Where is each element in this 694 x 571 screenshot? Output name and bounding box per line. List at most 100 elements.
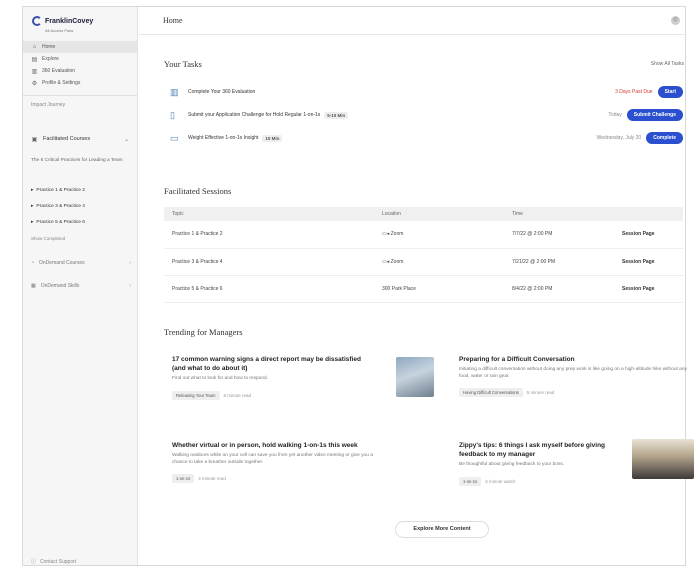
time-cell: 7/7/22 @ 2:00 PM	[504, 221, 614, 249]
session-page-link[interactable]: Session Page	[614, 248, 683, 276]
article-desc: Be thoughtful about giving feedback to y…	[459, 462, 565, 467]
session-page-link[interactable]: Session Page	[614, 275, 683, 303]
article-card[interactable]: Preparing for a Difficult Conversation I…	[459, 355, 694, 397]
location-cell: ▭◂ Zoom	[374, 248, 504, 276]
chart-icon: ▥	[31, 68, 38, 75]
column-header: Location	[374, 207, 504, 221]
sidebar-item-label: Explore	[42, 56, 59, 62]
column-header: Topic	[164, 207, 374, 221]
article-card[interactable]: Zippy's tips: 6 things I ask myself befo…	[459, 441, 619, 486]
article-thumbnail[interactable]	[396, 357, 434, 397]
task-text[interactable]: Submit your Application Challenge for Ho…	[188, 112, 320, 118]
article-desc: Walking outdoors while on your cell can …	[172, 453, 373, 465]
sidebar-item-explore[interactable]: ▤ Explore	[23, 53, 137, 65]
task-status: Today	[608, 112, 622, 118]
courses-label: Facilitated Courses	[43, 136, 91, 142]
sidebar: FranklinCovey All Access Pass ⌂ Home ▤ E…	[23, 7, 138, 565]
camera-icon: ▭◂	[382, 231, 391, 238]
sidebar-item-label: Profile & Settings	[42, 80, 81, 86]
article-meta: 1-on-1s 4 minute read	[172, 474, 382, 483]
article-meta: 1-on-1s 6 minute watch	[459, 476, 619, 486]
caret-right-icon: ▸	[31, 188, 34, 193]
topic-cell: Practice 5 & Practice 6	[164, 275, 374, 303]
sidebar-item-label: 360 Evaluation	[42, 68, 76, 74]
ondemand-skills-link[interactable]: ▦ OnDemand Skills ›	[31, 283, 131, 289]
article-card[interactable]: 17 common warning signs a direct report …	[172, 355, 362, 400]
show-all-tasks-link[interactable]: Show All Tasks	[651, 61, 684, 67]
duration-badge: 5-10 Min	[324, 111, 349, 119]
read-time: 8 minute read	[223, 392, 252, 398]
article-meta: Releasing Your Team 8 minute read	[172, 390, 362, 400]
facilitated-courses-toggle[interactable]: ▣ Facilitated Courses ⌄	[23, 131, 137, 147]
app-window: FranklinCovey All Access Pass ⌂ Home ▤ E…	[22, 6, 694, 566]
article-title: Whether virtual or in person, hold walki…	[172, 442, 358, 449]
topic-chip[interactable]: 1-on-1s	[172, 474, 195, 483]
column-header: Time	[504, 207, 614, 221]
impact-journey-label: Impact Journey	[31, 102, 66, 108]
article-title: 17 common warning signs a direct report …	[172, 356, 361, 372]
video-thumbnail[interactable]	[632, 439, 694, 479]
explore-more-button[interactable]: Explore More Content	[395, 521, 489, 538]
column-header	[614, 207, 683, 221]
practice-link[interactable]: ▸ Practice 3 & Practice 4	[31, 204, 85, 209]
chevron-down-icon: ⌄	[123, 136, 129, 143]
submit-challenge-button[interactable]: Submit Challenge	[626, 109, 683, 121]
chart-icon: ▥	[170, 87, 179, 97]
camera-icon: ▭◂	[382, 258, 391, 265]
topic-cell: Practice 1 & Practice 2	[164, 221, 374, 249]
show-completed-link[interactable]: Show Completed	[31, 236, 65, 241]
task-text[interactable]: Complete Your 360 Evaluation	[188, 89, 255, 95]
start-button[interactable]: Start	[657, 86, 683, 98]
complete-button[interactable]: Complete	[646, 132, 683, 144]
location-label: Zoom	[390, 258, 404, 265]
topic-chip[interactable]: Having Difficult Conversations	[459, 388, 523, 397]
article-title: Zippy's tips: 6 things I ask myself befo…	[459, 442, 606, 458]
ondemand-icon: ◔	[31, 260, 35, 266]
sessions-title: Facilitated Sessions	[164, 186, 232, 196]
ondemand-courses-link[interactable]: ◔ OnDemand Courses ›	[31, 260, 131, 266]
task-row: ▯ Submit your Application Challenge for …	[164, 106, 683, 124]
contact-support-link[interactable]: ⓘ Contact Support	[31, 558, 76, 566]
table-row: Practice 3 & Practice 4 ▭◂ Zoom 7/21/22 …	[164, 248, 683, 276]
sidebar-nav: ⌂ Home ▤ Explore ▥ 360 Evaluation ⚙ Prof…	[23, 41, 137, 108]
chevron-right-icon: ›	[129, 260, 131, 266]
top-bar: Home ☺	[139, 7, 686, 35]
video-icon: ▭	[170, 133, 179, 143]
session-page-link[interactable]: Session Page	[614, 221, 683, 249]
sidebar-item-home[interactable]: ⌂ Home	[23, 41, 137, 53]
task-row: ▭ Weight Effective 1-on-1s Insight 10 Mi…	[164, 129, 683, 147]
article-card[interactable]: Whether virtual or in person, hold walki…	[172, 441, 382, 483]
brand-logo-icon	[32, 16, 42, 26]
trending-title: Trending for Managers	[164, 327, 243, 337]
ondemand-skills-label: OnDemand Skills	[40, 283, 80, 289]
brand-name: FranklinCovey	[45, 17, 94, 25]
table-row: Practice 1 & Practice 2 ▭◂ Zoom 7/7/22 @…	[164, 221, 683, 249]
task-text[interactable]: Weight Effective 1-on-1s Insight	[188, 135, 258, 141]
home-icon: ⌂	[32, 44, 37, 50]
avatar[interactable]: ☺	[671, 16, 680, 25]
read-time: 6 minute watch	[485, 478, 516, 484]
location-label: Zoom	[390, 231, 404, 238]
topic-chip[interactable]: Releasing Your Team	[172, 390, 220, 400]
task-status: Wednesday, July 20	[596, 135, 642, 141]
practice-link[interactable]: ▸ Practice 5 & Practice 6	[31, 220, 85, 225]
location-cell: ▭◂ Zoom	[374, 221, 504, 249]
table-row: Practice 5 & Practice 6 300 Park Place 8…	[164, 275, 683, 303]
caret-right-icon: ▸	[31, 220, 34, 225]
explore-icon: ▤	[31, 56, 38, 63]
article-meta: Having Difficult Conversations 5 minute …	[459, 388, 694, 397]
brand-logo[interactable]: FranklinCovey	[32, 16, 93, 26]
divider	[23, 95, 137, 96]
tasks-title: Your Tasks	[164, 59, 202, 69]
duration-badge: 10 Min	[262, 134, 283, 142]
practice-link[interactable]: ▸ Practice 1 & Practice 2	[31, 188, 85, 193]
sidebar-item-profile[interactable]: ⚙ Profile & Settings	[23, 77, 137, 89]
ondemand-courses-label: OnDemand Courses	[39, 260, 85, 266]
courses-icon: ▣	[31, 136, 38, 143]
topic-chip[interactable]: 1-on-1s	[459, 476, 482, 486]
task-status: 3 Days Past Due	[615, 89, 653, 95]
sessions-table: Topic Location Time Practice 1 & Practic…	[164, 207, 683, 303]
article-desc: Initiating a difficult conversation with…	[459, 367, 687, 379]
time-cell: 7/21/22 @ 2:00 PM	[504, 248, 614, 276]
sidebar-item-360[interactable]: ▥ 360 Evaluation	[23, 65, 137, 77]
